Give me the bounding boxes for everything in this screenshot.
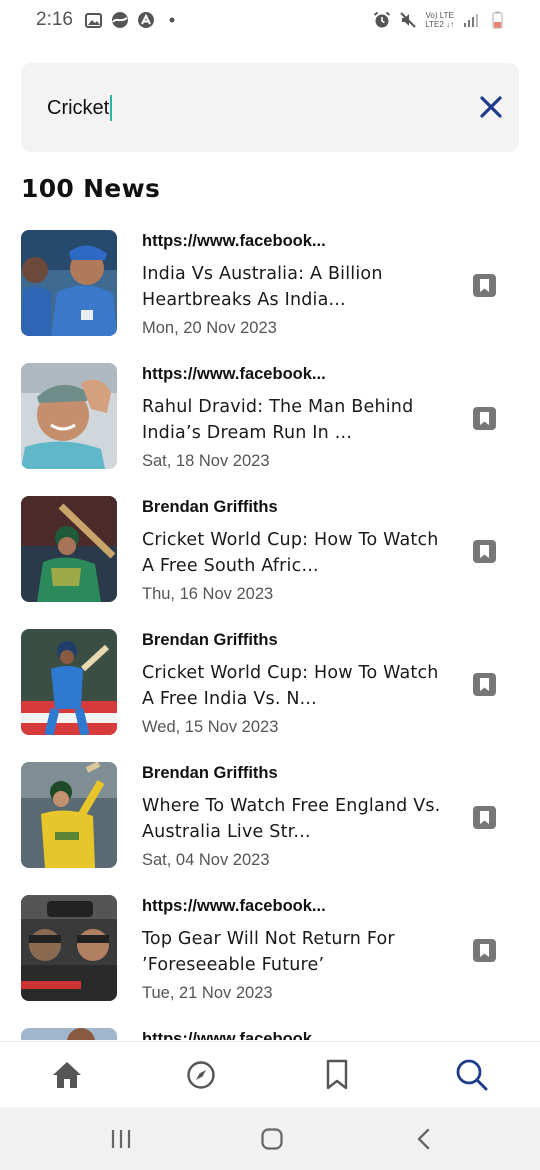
news-source: Brendan Griffiths (142, 498, 278, 516)
status-right: Vo) LTE LTE2 ↓↑ (373, 11, 506, 29)
bookmark-button[interactable] (472, 805, 497, 830)
news-source: Brendan Griffiths (142, 764, 278, 782)
news-date: Thu, 16 Nov 2023 (142, 585, 274, 603)
dot-icon (163, 11, 181, 29)
status-time: 2:16 (36, 9, 73, 30)
bottom-nav (0, 1041, 540, 1107)
news-date: Wed, 15 Nov 2023 (142, 718, 279, 736)
bookmark-icon (326, 1059, 348, 1090)
compass-icon (187, 1061, 215, 1089)
news-thumbnail (21, 895, 117, 1001)
nav-search[interactable] (455, 1058, 489, 1092)
status-bar: 2:16 Vo) LTE LTE2 ↓↑ (0, 0, 540, 40)
text-caret (110, 95, 113, 121)
network-bottom: LTE2 ↓↑ (425, 20, 454, 29)
news-item[interactable]: Brendan Griffiths Cricket World Cup: How… (0, 494, 540, 627)
news-title[interactable]: Top Gear Will Not Return For ’Foreseeabl… (142, 926, 442, 978)
news-item[interactable]: https://www.facebook... India Vs Austral… (0, 228, 540, 361)
search-input[interactable]: Cricket (47, 95, 113, 121)
news-title[interactable]: Where To Watch Free England Vs. Australi… (142, 793, 442, 845)
battery-icon (488, 11, 506, 29)
news-date: Mon, 20 Nov 2023 (142, 319, 277, 337)
nav-home[interactable] (50, 1058, 84, 1092)
results-heading: 100 News (21, 174, 161, 203)
nav-bookmarks[interactable] (320, 1058, 354, 1092)
news-thumbnail (21, 762, 117, 868)
bookmark-button[interactable] (472, 938, 497, 963)
system-nav (0, 1107, 540, 1170)
bookmark-icon (473, 274, 496, 297)
search-icon (456, 1059, 488, 1091)
search-query: Cricket (47, 96, 110, 119)
news-item[interactable]: https://www.facebook... Top Gear Will No… (0, 893, 540, 1026)
news-title[interactable]: Cricket World Cup: How To Watch A Free I… (142, 660, 442, 712)
news-source: https://www.facebook... (142, 1030, 326, 1040)
signal-icon (462, 11, 480, 29)
bookmark-button[interactable] (472, 672, 497, 697)
recent-apps-icon (111, 1130, 131, 1148)
mute-icon (399, 11, 417, 29)
bookmark-icon (473, 806, 496, 829)
news-thumbnail (21, 1028, 117, 1040)
news-thumbnail (21, 496, 117, 602)
news-title[interactable]: India Vs Australia: A Billion Heartbreak… (142, 261, 442, 313)
news-item[interactable]: https://www.facebook... (0, 1026, 540, 1040)
app-icon (137, 11, 155, 29)
news-title[interactable]: Cricket World Cup: How To Watch A Free S… (142, 527, 442, 579)
network-indicator: Vo) LTE LTE2 ↓↑ (425, 11, 454, 29)
news-item[interactable]: Brendan Griffiths Cricket World Cup: How… (0, 627, 540, 760)
news-thumbnail (21, 363, 117, 469)
clear-search-button[interactable] (479, 95, 503, 119)
news-item[interactable]: https://www.facebook... Rahul Dravid: Th… (0, 361, 540, 494)
bookmark-button[interactable] (472, 406, 497, 431)
home-button-icon (261, 1128, 283, 1150)
bookmark-icon (473, 540, 496, 563)
bookmark-icon (473, 939, 496, 962)
news-thumbnail (21, 629, 117, 735)
bookmark-icon (473, 407, 496, 430)
news-source: Brendan Griffiths (142, 631, 278, 649)
alarm-icon (373, 11, 391, 29)
news-source: https://www.facebook... (142, 232, 326, 250)
news-thumbnail (21, 230, 117, 336)
recent-apps-button[interactable] (107, 1125, 135, 1153)
data-saver-icon (111, 11, 129, 29)
news-item[interactable]: Brendan Griffiths Where To Watch Free En… (0, 760, 540, 893)
news-source: https://www.facebook... (142, 897, 326, 915)
network-top: Vo) LTE (425, 11, 454, 20)
news-date: Sat, 18 Nov 2023 (142, 452, 270, 470)
news-title[interactable]: Rahul Dravid: The Man Behind India’s Dre… (142, 394, 442, 446)
back-icon (417, 1128, 430, 1150)
news-list[interactable]: https://www.facebook... India Vs Austral… (0, 228, 540, 1040)
home-icon (53, 1062, 81, 1088)
news-source: https://www.facebook... (142, 365, 326, 383)
nav-explore[interactable] (184, 1058, 218, 1092)
bookmark-button[interactable] (472, 273, 497, 298)
bookmark-button[interactable] (472, 539, 497, 564)
home-button[interactable] (258, 1125, 286, 1153)
news-date: Tue, 21 Nov 2023 (142, 984, 273, 1002)
status-left: 2:16 (36, 9, 181, 31)
close-icon (480, 96, 502, 118)
back-button[interactable] (410, 1125, 438, 1153)
gallery-icon (85, 11, 103, 29)
bookmark-icon (473, 673, 496, 696)
news-date: Sat, 04 Nov 2023 (142, 851, 270, 869)
search-box[interactable]: Cricket (21, 63, 519, 152)
